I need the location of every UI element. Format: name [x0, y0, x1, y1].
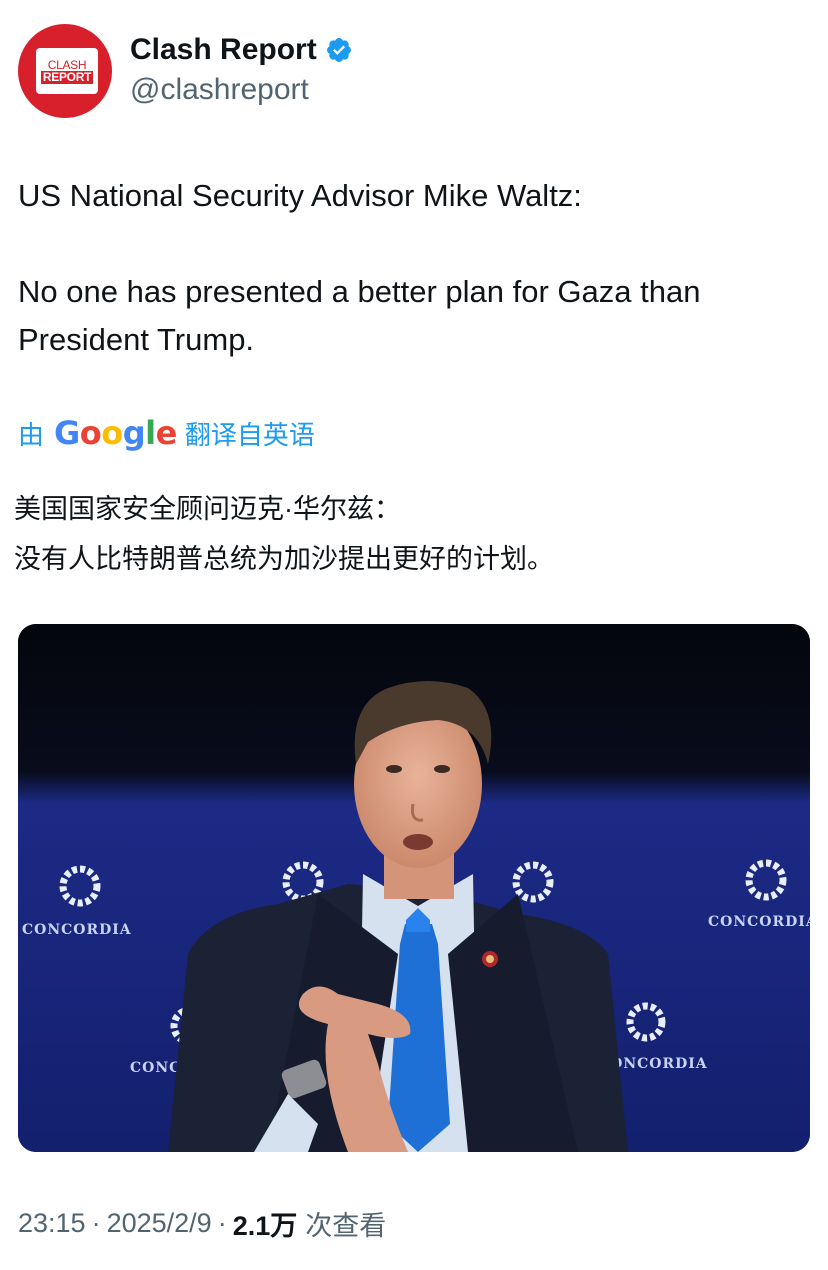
tweet-page: CLASH REPORT Clash Report @clashreport U… [0, 0, 828, 1270]
avatar-logo-top: CLASH [47, 57, 87, 72]
avatar[interactable]: CLASH REPORT [18, 24, 112, 118]
tweet-date[interactable]: 2025/2/9 [107, 1208, 212, 1239]
tweet-header: CLASH REPORT Clash Report @clashreport [18, 24, 353, 118]
separator-dot: · [217, 1208, 227, 1238]
avatar-logo-bottom: REPORT [40, 69, 94, 84]
author-names: Clash Report @clashreport [130, 32, 353, 110]
separator-dot: · [91, 1208, 101, 1238]
translation-attribution[interactable]: 由 Google 翻译自英语 [18, 414, 315, 452]
tweet-image[interactable]: CONCORDIA CONCORDIA CONCORDIA CONCORDIA [18, 624, 810, 1152]
views-label: 次查看 [305, 1211, 387, 1241]
speaker-photo: CONCORDIA CONCORDIA CONCORDIA CONCORDIA [18, 624, 810, 1152]
translated-line-1: 美国国家安全顾问迈克·华尔兹： [14, 494, 401, 524]
tweet-meta: 23:15 · 2025/2/9 · 2.1万 次查看 [18, 1204, 386, 1243]
translation-prefix: 由 [18, 419, 45, 450]
avatar-logo: CLASH REPORT [36, 48, 98, 94]
translated-text: 美国国家安全顾问迈克·华尔兹： 没有人比特朗普总统为加沙提出更好的计划。 [14, 484, 814, 584]
views-count[interactable]: 2.1万 [233, 1204, 298, 1243]
verified-badge-icon [325, 36, 353, 64]
display-name-row: Clash Report [130, 32, 353, 68]
translated-line-2: 没有人比特朗普总统为加沙提出更好的计划。 [14, 544, 554, 574]
tweet-time[interactable]: 23:15 [18, 1208, 86, 1239]
tweet-text-line-1: US National Security Advisor Mike Waltz: [18, 178, 582, 213]
tweet-text: US National Security Advisor Mike Waltz:… [18, 172, 818, 364]
google-logo-icon: Google [54, 414, 177, 452]
handle[interactable]: @clashreport [130, 70, 353, 110]
display-name[interactable]: Clash Report [130, 32, 317, 68]
backdrop-text: CONCORDIA [22, 922, 132, 938]
translation-suffix: 翻译自英语 [184, 419, 315, 450]
tweet-text-line-2: No one has presented a better plan for G… [18, 274, 701, 357]
backdrop-text: CONCORDIA [708, 914, 810, 930]
